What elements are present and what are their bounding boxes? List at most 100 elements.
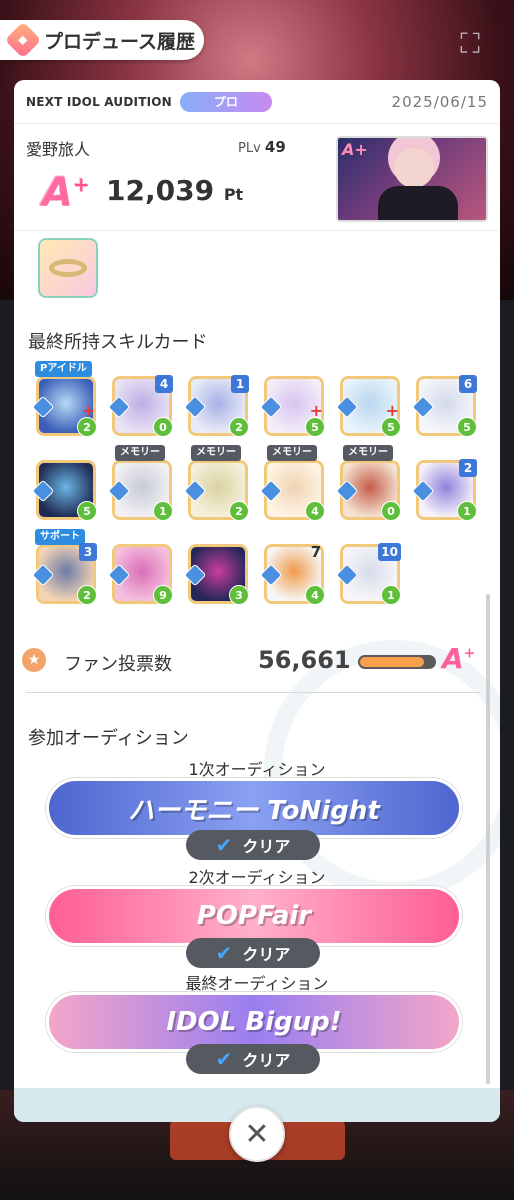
producer-level: PLv 49 <box>238 138 286 156</box>
audition-logo: IDOL Bigup! <box>166 1007 342 1037</box>
header-pill: ◆ プロデュース履歴 <box>0 20 204 60</box>
skill-card-cost: 2 <box>459 459 477 477</box>
skill-card-value: 2 <box>229 417 249 437</box>
skill-card-value: 1 <box>457 501 477 521</box>
audition-banner[interactable]: IDOL Bigup! <box>46 992 462 1052</box>
skill-card-cost: 1 <box>231 375 249 393</box>
skill-card[interactable]: 40 <box>107 375 173 437</box>
skill-card[interactable]: 3 <box>183 544 249 605</box>
skill-card[interactable]: 21 <box>411 459 477 521</box>
portrait-grade: A+ <box>342 140 368 159</box>
audition-stage-label: 最終オーディション <box>185 974 329 993</box>
fan-grade-badge: A+ <box>442 642 476 675</box>
audition-stage: 2次オーディション POPFair ✔ クリア <box>14 864 500 968</box>
skill-card-value: 2 <box>77 417 97 437</box>
skill-card-value: 5 <box>381 417 401 437</box>
fan-votes-value: 56,661 <box>258 646 351 674</box>
skill-card[interactable]: 9 <box>107 544 173 605</box>
audition-stage: 1次オーディションハーモニー ToNight ✔ クリア <box>14 756 500 860</box>
skill-card-cost: 4 <box>155 375 173 393</box>
skill-card-tag: サポート <box>35 529 85 545</box>
skill-card-cost: 3 <box>79 543 97 561</box>
skill-card-tag: メモリー <box>267 445 317 461</box>
audition-logo: POPFair <box>196 901 312 931</box>
skill-card-value: 0 <box>381 501 401 521</box>
close-icon: ✕ <box>244 1116 270 1152</box>
fullscreen-icon[interactable]: ⛶ <box>454 28 486 60</box>
star-icon: ★ <box>22 648 46 672</box>
audition-name: NEXT IDOL AUDITION <box>26 94 172 109</box>
total-score: 12,039 Pt <box>106 174 244 207</box>
skill-card[interactable]: 65 <box>411 375 477 437</box>
difficulty-badge: プロ <box>179 91 272 112</box>
portrait-body <box>378 186 458 220</box>
divider <box>26 692 480 693</box>
skill-card-tag: メモリー <box>115 445 165 461</box>
skill-card-tag: Pアイドル <box>35 361 92 377</box>
skill-card[interactable]: メモリー 2 <box>183 445 249 521</box>
skill-card-value: 9 <box>153 585 173 605</box>
fan-votes-bar <box>358 655 436 669</box>
clear-status-text: クリア <box>242 1051 291 1070</box>
clear-status-text: クリア <box>242 837 291 856</box>
bracelet-icon <box>49 259 87 277</box>
skill-card-value: 0 <box>153 417 173 437</box>
auditions-title: 参加オーディション <box>28 728 189 749</box>
audition-banner[interactable]: POPFair <box>46 886 462 946</box>
p-item-slot[interactable] <box>38 238 98 298</box>
produce-date: 2025/06/15 <box>391 92 488 111</box>
skill-card-cost: 7 <box>310 543 322 561</box>
history-card: NEXT IDOL AUDITION プロ 2025/06/15 愛野旅人 PL… <box>14 80 500 1122</box>
skill-card-value: 5 <box>305 417 325 437</box>
page-title: プロデュース履歴 <box>44 30 196 53</box>
skill-card[interactable]: メモリー 4 <box>259 445 325 521</box>
audition-topbar: NEXT IDOL AUDITION プロ 2025/06/15 <box>14 80 500 124</box>
fan-votes-row: ★ ファン投票数 56,661 A+ <box>14 642 500 676</box>
portrait-face <box>394 148 434 188</box>
skill-card[interactable]: Pアイドル +2 <box>31 361 97 437</box>
skill-card-value: 4 <box>305 585 325 605</box>
skill-card-value: 1 <box>153 501 173 521</box>
skill-cards-title: 最終所持スキルカード <box>28 332 208 353</box>
skill-card-value: 3 <box>229 585 249 605</box>
clear-status-badge: ✔ クリア <box>186 1044 320 1074</box>
skill-card-value: 5 <box>457 417 477 437</box>
skill-card-value: 1 <box>381 585 401 605</box>
check-icon: ✔ <box>215 941 233 965</box>
skill-card-value: 4 <box>305 501 325 521</box>
skill-card[interactable]: 10 1 <box>335 543 401 605</box>
check-icon: ✔ <box>215 1047 233 1071</box>
skill-card[interactable]: サポート 3 2 <box>31 529 97 605</box>
skill-card-value: 2 <box>229 501 249 521</box>
grade-badge: A+ <box>42 170 90 216</box>
audition-stage-label: 2次オーディション <box>188 868 326 887</box>
skill-card-tag: メモリー <box>191 445 241 461</box>
clear-status-text: クリア <box>242 945 291 964</box>
skill-card[interactable]: 5 <box>31 460 97 521</box>
skill-card[interactable]: メモリー 0 <box>335 445 401 521</box>
audition-stage: 最終オーディション IDOL Bigup! ✔ クリア <box>14 970 500 1074</box>
fan-votes-bar-fill <box>360 657 424 667</box>
skill-card[interactable]: +5 <box>335 376 401 437</box>
fan-votes-label: ファン投票数 <box>64 654 172 675</box>
idol-portrait[interactable]: A+ <box>336 136 488 222</box>
skill-card[interactable]: 74 <box>259 543 325 605</box>
skill-card[interactable]: メモリー 1 <box>107 445 173 521</box>
skill-card-cost: 10 <box>378 543 401 561</box>
clear-status-badge: ✔ クリア <box>186 830 320 860</box>
skill-card-tag: メモリー <box>343 445 393 461</box>
skill-card-cost: 6 <box>459 375 477 393</box>
clear-status-badge: ✔ クリア <box>186 938 320 968</box>
idol-name: 愛野旅人 <box>26 140 91 159</box>
audition-banner[interactable]: ハーモニー ToNight <box>46 778 462 838</box>
check-icon: ✔ <box>215 833 233 857</box>
skill-card-value: 2 <box>77 585 97 605</box>
close-button[interactable]: ✕ <box>229 1106 285 1162</box>
skill-card[interactable]: +5 <box>259 376 325 437</box>
skill-card[interactable]: 12 <box>183 375 249 437</box>
divider <box>14 230 500 231</box>
audition-stage-label: 1次オーディション <box>188 760 326 779</box>
produce-history-icon: ◆ <box>4 21 42 59</box>
skill-card-value: 5 <box>77 501 97 521</box>
audition-logo: ハーモニー ToNight <box>128 795 380 826</box>
